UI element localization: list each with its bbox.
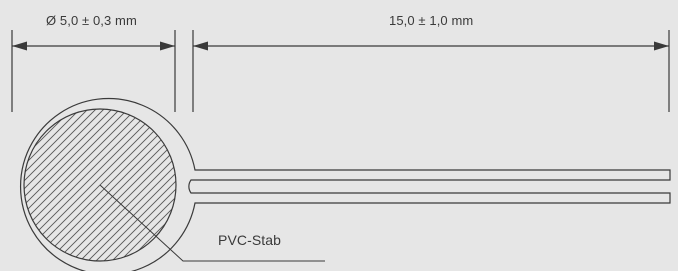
arrowhead-right xyxy=(654,41,669,51)
arrowhead-right xyxy=(160,41,175,51)
hatch-line xyxy=(63,109,176,261)
hatch-line xyxy=(24,109,33,261)
hatch-line xyxy=(24,109,129,261)
hatch-line xyxy=(24,109,161,261)
hatch-line xyxy=(31,109,176,261)
hatch-line xyxy=(39,109,176,261)
drawing-canvas xyxy=(11,30,671,271)
arrowhead-left xyxy=(12,41,27,51)
hatch-line xyxy=(55,109,176,261)
length-dimension-label: 15,0 ± 1,0 mm xyxy=(389,13,474,28)
material-label: PVC-Stab xyxy=(218,232,282,248)
hatch-line xyxy=(79,109,176,261)
hatch-line xyxy=(71,109,176,261)
hatch-line xyxy=(24,109,145,261)
length-dimension-line xyxy=(193,41,669,51)
rod-outer-outline xyxy=(20,97,671,271)
hatch-line xyxy=(24,109,153,261)
hatch-line xyxy=(24,109,169,261)
arrowhead-left xyxy=(193,41,208,51)
diameter-dimension-label: Ø 5,0 ± 0,3 mm xyxy=(46,13,137,28)
diameter-dimension-line xyxy=(12,41,175,51)
